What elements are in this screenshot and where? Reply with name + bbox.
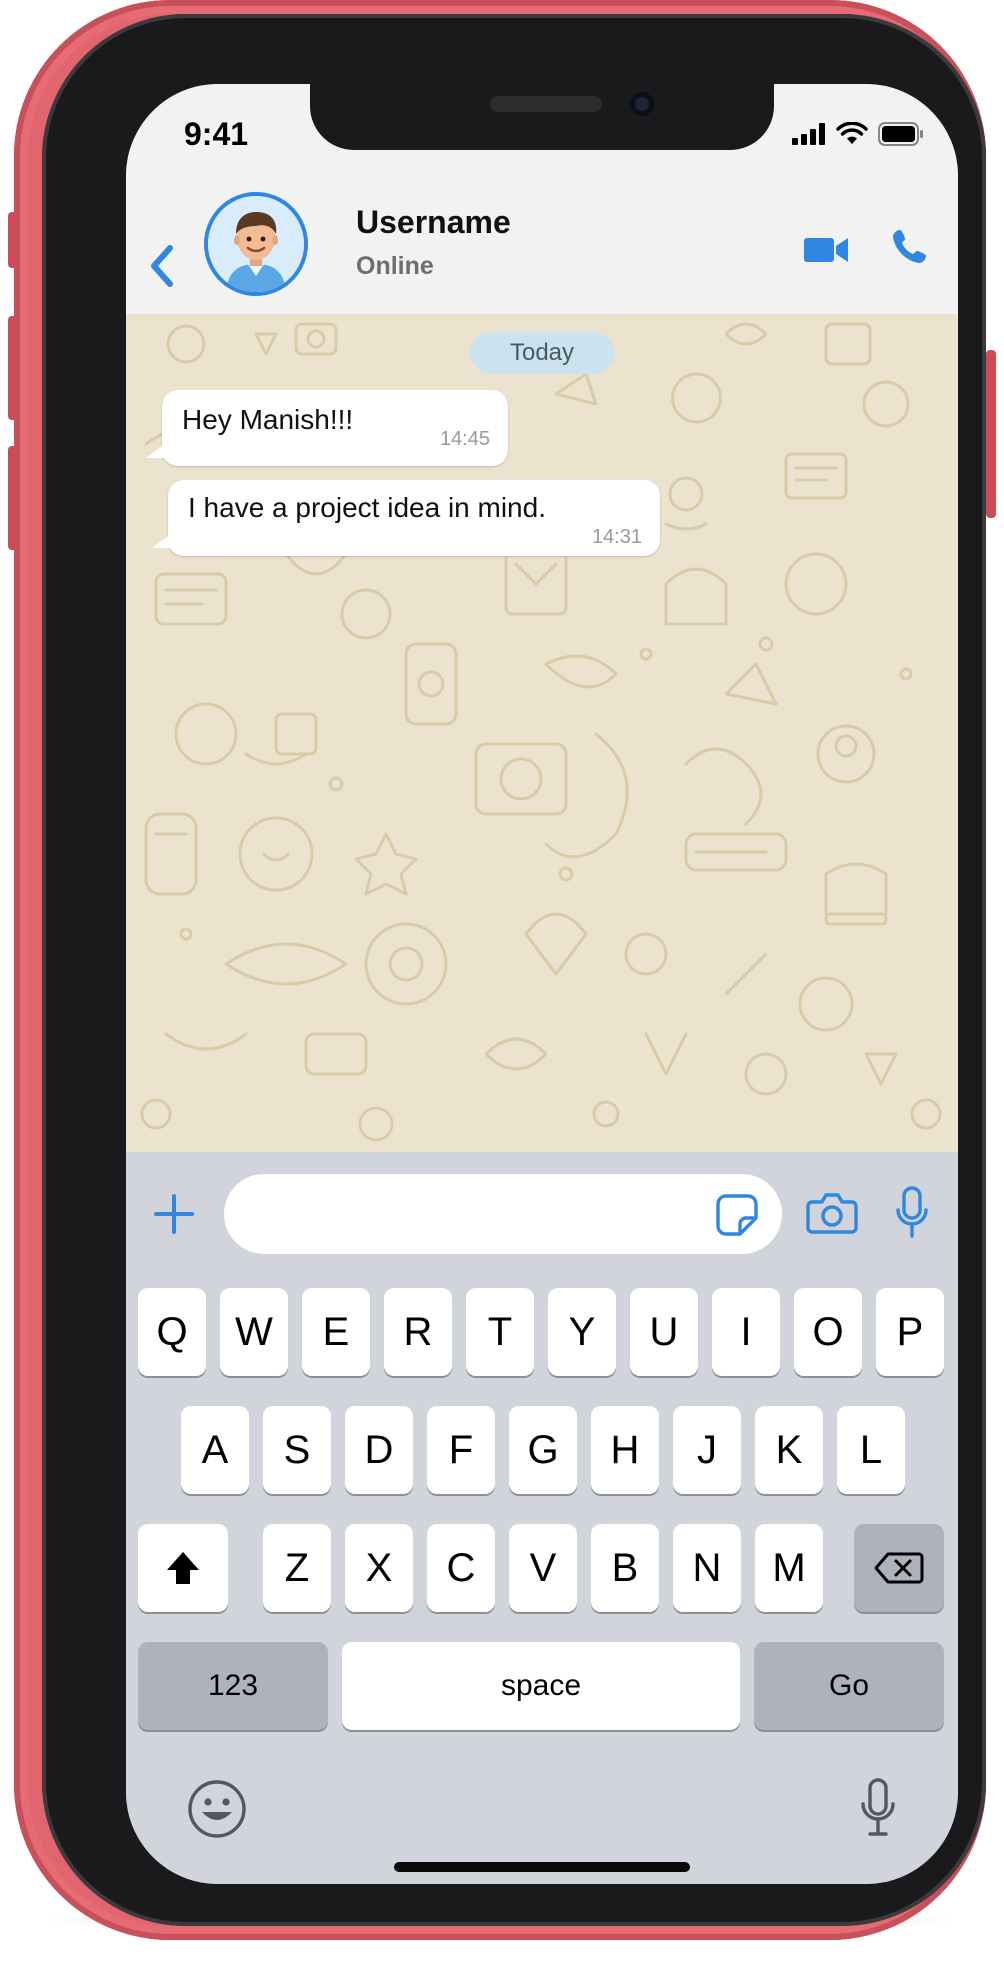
bubble-tail (152, 532, 174, 548)
numbers-key[interactable]: 123 (138, 1642, 328, 1730)
key-p[interactable]: P (876, 1288, 944, 1376)
key-f[interactable]: F (427, 1406, 495, 1494)
key-k[interactable]: K (755, 1406, 823, 1494)
message-bubble[interactable]: I have a project idea in mind. 14:31 (152, 480, 660, 556)
key-w[interactable]: W (220, 1288, 288, 1376)
wifi-icon (836, 122, 868, 144)
notch (310, 84, 774, 150)
phone-call-icon[interactable] (890, 226, 930, 266)
camera-icon[interactable] (806, 1190, 858, 1236)
contact-name[interactable]: Username (356, 204, 511, 241)
message-time: 14:45 (439, 428, 490, 450)
key-r[interactable]: R (384, 1288, 452, 1376)
microphone-icon[interactable] (896, 1186, 928, 1240)
earpiece-speaker (490, 96, 602, 112)
shift-icon (167, 1552, 199, 1584)
key-a[interactable]: A (181, 1406, 249, 1494)
signal-icon (792, 123, 825, 145)
avatar-illustration (208, 196, 304, 292)
message-bubble[interactable]: Hey Manish!!! 14:45 (146, 390, 508, 466)
status-time: 9:41 (184, 116, 249, 152)
go-key[interactable]: Go (754, 1642, 944, 1730)
key-v[interactable]: V (509, 1524, 577, 1612)
key-c[interactable]: C (427, 1524, 495, 1612)
dictation-icon[interactable] (860, 1778, 896, 1838)
avatar[interactable] (204, 192, 308, 296)
key-i[interactable]: I (712, 1288, 780, 1376)
phone-bezel: 9:41 Username Online Today Hey Manish!!!… (42, 14, 986, 1926)
message-text: Hey Manish!!! (182, 404, 354, 435)
battery-icon (878, 122, 923, 146)
message-time: 14:31 (591, 526, 642, 548)
key-x[interactable]: X (345, 1524, 413, 1612)
chat-area[interactable]: Today Hey Manish!!! 14:45 I have a proje… (126, 314, 958, 1152)
key-e[interactable]: E (302, 1288, 370, 1376)
back-chevron-icon[interactable] (142, 238, 182, 294)
home-indicator (394, 1862, 690, 1872)
key-h[interactable]: H (591, 1406, 659, 1494)
key-s[interactable]: S (263, 1406, 331, 1494)
keyboard: Q W E R T Y U I O P A S D F G H J K L Z … (126, 1282, 958, 1884)
key-j[interactable]: J (673, 1406, 741, 1494)
key-z[interactable]: Z (263, 1524, 331, 1612)
key-b[interactable]: B (591, 1524, 659, 1612)
key-y[interactable]: Y (548, 1288, 616, 1376)
space-key[interactable]: space (342, 1642, 740, 1730)
key-d[interactable]: D (345, 1406, 413, 1494)
key-m[interactable]: M (755, 1524, 823, 1612)
video-call-icon[interactable] (802, 232, 850, 268)
bubble-tail (146, 442, 168, 458)
key-q[interactable]: Q (138, 1288, 206, 1376)
shift-key[interactable] (138, 1524, 228, 1612)
key-n[interactable]: N (673, 1524, 741, 1612)
message-composer (126, 1152, 958, 1282)
phone-screen: 9:41 Username Online Today Hey Manish!!!… (126, 84, 958, 1884)
backspace-icon (874, 1552, 924, 1584)
sticker-icon[interactable] (714, 1192, 760, 1238)
key-l[interactable]: L (837, 1406, 905, 1494)
key-g[interactable]: G (509, 1406, 577, 1494)
contact-status: Online (356, 252, 434, 280)
key-t[interactable]: T (466, 1288, 534, 1376)
key-o[interactable]: O (794, 1288, 862, 1376)
front-camera (630, 92, 654, 116)
status-icons (792, 122, 924, 146)
key-u[interactable]: U (630, 1288, 698, 1376)
date-separator: Today (470, 332, 614, 374)
phone-frame: 9:41 Username Online Today Hey Manish!!!… (14, 0, 986, 1940)
power-button (986, 350, 996, 518)
message-text: I have a project idea in mind. (188, 492, 546, 523)
plus-icon[interactable] (152, 1192, 196, 1236)
emoji-icon[interactable] (186, 1778, 248, 1840)
message-input[interactable] (224, 1174, 782, 1254)
backspace-key[interactable] (854, 1524, 944, 1612)
